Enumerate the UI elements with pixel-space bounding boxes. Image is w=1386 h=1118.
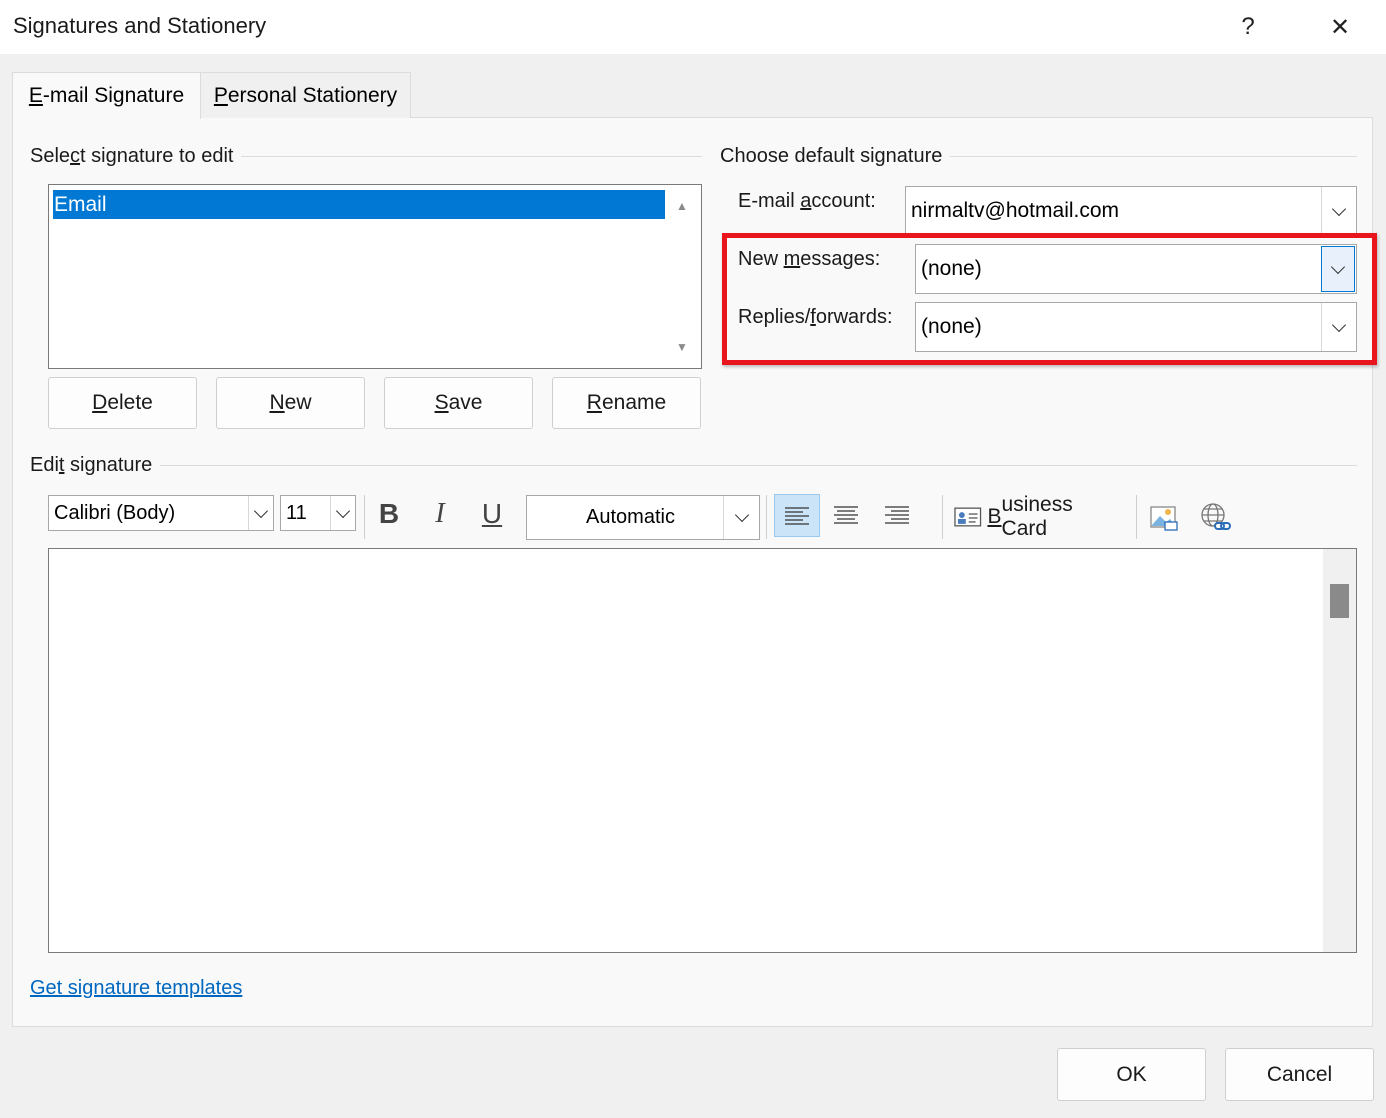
scroll-up-icon[interactable]: ▲ bbox=[676, 199, 688, 213]
ok-button[interactable]: OK bbox=[1057, 1048, 1206, 1101]
business-card-icon bbox=[954, 507, 982, 527]
font-color-select[interactable]: Automatic bbox=[526, 495, 760, 540]
toolbar-separator bbox=[1136, 495, 1137, 539]
chevron-down-icon[interactable] bbox=[723, 496, 759, 539]
save-button[interactable]: Save bbox=[384, 377, 533, 429]
edit-signature-label: Edit signature bbox=[30, 454, 161, 477]
signature-templates-link[interactable]: Get signature templates bbox=[30, 977, 242, 1000]
align-right-icon bbox=[885, 506, 909, 524]
cancel-button[interactable]: Cancel bbox=[1225, 1048, 1374, 1101]
email-account-select[interactable]: nirmaltv@hotmail.com bbox=[905, 186, 1357, 236]
toolbar-separator bbox=[766, 495, 767, 539]
highlight-box bbox=[722, 233, 1377, 365]
font-size-select[interactable]: 11 bbox=[280, 495, 356, 531]
globe-link-icon bbox=[1201, 503, 1231, 530]
align-center-icon bbox=[834, 506, 858, 524]
insert-picture-button[interactable] bbox=[1146, 496, 1182, 538]
scrollbar-thumb[interactable] bbox=[1330, 584, 1349, 618]
default-signature-label: Choose default signature bbox=[720, 145, 951, 168]
chevron-down-icon[interactable] bbox=[248, 496, 273, 530]
scroll-down-icon[interactable]: ▼ bbox=[676, 340, 688, 354]
email-account-label: E-mail account: bbox=[738, 190, 876, 212]
picture-icon bbox=[1150, 506, 1178, 531]
chevron-down-icon[interactable] bbox=[330, 496, 355, 530]
signature-list[interactable]: Email ▲ ▼ bbox=[48, 184, 702, 369]
business-card-button[interactable]: Business Card bbox=[954, 493, 1122, 540]
help-button[interactable]: ? bbox=[1223, 8, 1273, 46]
insert-hyperlink-button[interactable] bbox=[1197, 496, 1233, 538]
close-button[interactable]: ✕ bbox=[1315, 8, 1365, 46]
bold-button[interactable]: B bbox=[370, 493, 408, 535]
align-right-button[interactable] bbox=[874, 494, 920, 536]
italic-button[interactable]: I bbox=[421, 493, 459, 535]
delete-button[interactable]: Delete bbox=[48, 377, 197, 429]
edit-group-line bbox=[30, 465, 1357, 466]
toolbar-separator bbox=[942, 495, 943, 539]
tab-email-signature[interactable]: E -mail Signature bbox=[12, 72, 201, 119]
rename-button[interactable]: Rename bbox=[552, 377, 701, 429]
dialog-title: Signatures and Stationery bbox=[13, 13, 267, 38]
align-left-icon bbox=[785, 506, 809, 525]
chevron-down-icon[interactable] bbox=[1321, 187, 1356, 235]
align-center-button[interactable] bbox=[823, 494, 869, 536]
list-item[interactable]: Email bbox=[53, 190, 665, 219]
select-signature-label: Select signature to edit bbox=[30, 145, 242, 168]
font-select[interactable]: Calibri (Body) bbox=[48, 495, 274, 531]
toolbar-separator bbox=[364, 495, 365, 539]
signature-editor[interactable] bbox=[48, 548, 1357, 953]
new-button[interactable]: New bbox=[216, 377, 365, 429]
tab-personal-stationery[interactable]: Personal Stationery bbox=[201, 72, 411, 118]
align-left-button[interactable] bbox=[774, 494, 820, 537]
editor-scrollbar[interactable] bbox=[1323, 549, 1356, 952]
underline-button[interactable]: U bbox=[473, 493, 511, 535]
